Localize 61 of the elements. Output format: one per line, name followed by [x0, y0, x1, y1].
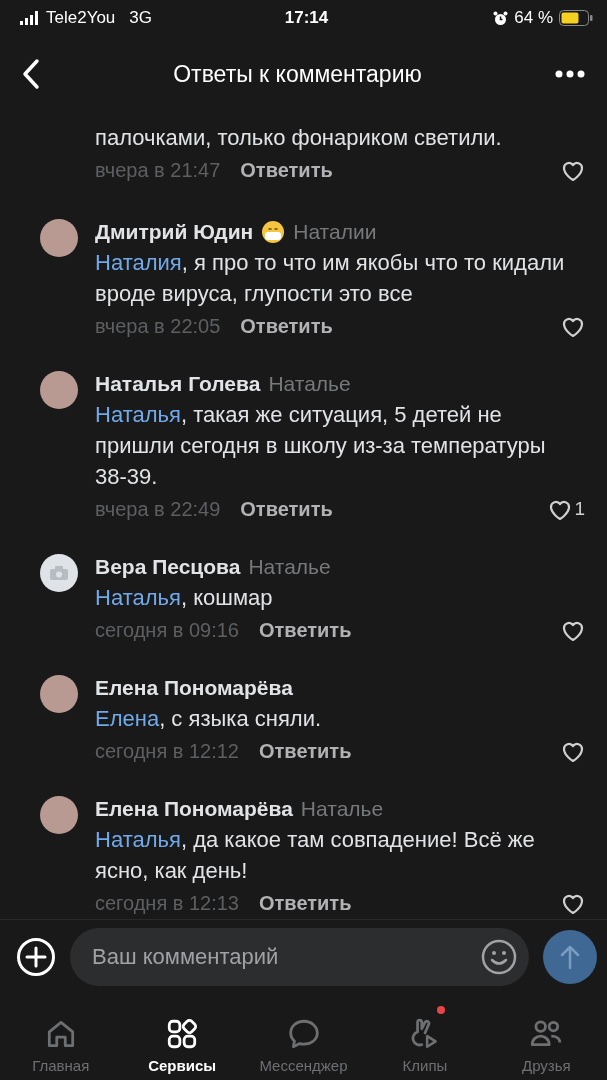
mention-link[interactable]: Наталья [95, 827, 181, 852]
avatar-photo[interactable] [40, 219, 78, 257]
mention-link[interactable]: Наталья [95, 585, 181, 610]
comment-time: вчера в 22:05 [95, 314, 221, 339]
comment-time: сегодня в 12:12 [95, 739, 239, 764]
author-name[interactable]: Наталья Голева [95, 369, 261, 399]
reply-button[interactable]: Ответить [240, 497, 333, 521]
smiley-icon[interactable] [481, 939, 517, 975]
reply-target-name[interactable]: Наталье [248, 552, 331, 582]
author-name[interactable]: Елена Пономарёва [95, 673, 293, 703]
page-title: Ответы к комментарию [172, 60, 423, 88]
mention-link[interactable]: Наталия [95, 250, 182, 275]
comment-text: Елена, с языка сняли. [95, 705, 323, 733]
reply-button[interactable]: Ответить [240, 158, 333, 182]
signal-icon [20, 11, 40, 25]
reply-target-name[interactable]: Наталье [300, 794, 384, 824]
reply-button[interactable]: Ответить [240, 314, 333, 338]
send-button[interactable] [543, 930, 597, 984]
carrier-name: Tele2You [46, 8, 116, 28]
arrow-up-icon [559, 944, 581, 970]
comment-text: Наталья, кошмар [95, 584, 274, 612]
reply-button[interactable]: Ответить [259, 618, 352, 642]
clock-time: 17:14 [284, 8, 329, 27]
reply-target-name[interactable]: Наталии [293, 217, 377, 247]
heart-icon[interactable] [561, 315, 585, 337]
tab-bar-item[interactable]: Сервисы [121, 994, 243, 1080]
tab-bar-item[interactable]: Друзья [485, 994, 607, 1080]
heart-icon[interactable] [561, 740, 585, 762]
comment-time: сегодня в 09:16 [95, 618, 239, 643]
mention-link[interactable]: Наталья [95, 402, 181, 427]
battery-icon [559, 10, 593, 26]
reply-button[interactable]: Ответить [259, 891, 352, 915]
comment-time: вчера в 21:47 [95, 158, 221, 183]
tab-bar-item[interactable]: Мессенджер [242, 994, 365, 1080]
heart-icon[interactable] [561, 892, 585, 914]
author-name[interactable]: Елена Пономарёва [95, 794, 293, 824]
more-options-icon[interactable] [555, 70, 585, 78]
author-name[interactable]: Дмитрий Юдин [95, 217, 254, 247]
reply-button[interactable]: Ответить [259, 739, 352, 763]
avatar-photo[interactable] [40, 675, 78, 713]
mention-link[interactable]: Елена [95, 706, 160, 731]
speech-bubble-icon [286, 1017, 321, 1051]
comment-time: вчера в 22:49 [95, 497, 221, 522]
avatar-photo[interactable] [40, 796, 78, 834]
heart-icon[interactable] [561, 619, 585, 641]
network-type: 3G [129, 8, 152, 28]
alarm-clock-icon [493, 10, 509, 26]
avatar-photo[interactable] [40, 371, 78, 409]
add-icon[interactable] [16, 937, 56, 977]
reply-target-name[interactable]: Наталье [268, 369, 351, 399]
tab-bar-item[interactable]: Клипы [364, 994, 486, 1080]
comment-text: Наталия, я про то что им якобы что то кидали вроде вируса, глупости это все [95, 249, 566, 308]
author-name[interactable]: Вера Песцова [95, 552, 241, 582]
comment-text: палочками, только фонариком светили. [95, 124, 503, 152]
comment-time: сегодня в 12:13 [95, 891, 239, 916]
battery-percentage: 64 % [514, 8, 553, 28]
grid-icon [165, 1017, 200, 1051]
comment-text: Наталья, такая же ситуация, 5 детей не пришли сегодня в школу из-за температуры 38-39. [95, 401, 547, 491]
comment-text: Наталья, да какое там совпадение! Всё же ясно, как день! [95, 826, 536, 885]
heart-icon[interactable] [561, 159, 585, 181]
comment-field[interactable]: Ваш комментарий [70, 928, 529, 986]
